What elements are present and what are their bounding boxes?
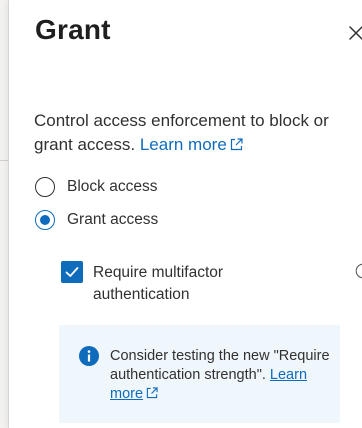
panel-title: Grant (35, 14, 111, 45)
notice-text: Consider testing the new "Require authen… (110, 348, 330, 402)
external-link-icon (146, 387, 158, 399)
grant-access-radio[interactable] (35, 210, 55, 230)
info-icon[interactable] (355, 263, 362, 279)
close-button[interactable] (347, 22, 362, 42)
background-divider (0, 160, 8, 161)
background-page-edge (0, 0, 9, 428)
require-mfa-row: Require multifactor authentication (61, 261, 362, 309)
require-mfa-label: Require multifactor authentication (93, 264, 224, 303)
require-mfa-checkbox[interactable] (61, 261, 83, 283)
grant-access-option[interactable]: Grant access (35, 207, 158, 233)
panel-description: Control access enforcement to block or g… (34, 109, 354, 157)
radio-selected-dot (40, 215, 50, 225)
learn-more-link[interactable]: Learn more (140, 135, 243, 154)
close-icon (349, 26, 362, 40)
grant-access-label: Grant access (67, 211, 159, 228)
info-filled-icon (79, 346, 99, 366)
block-access-radio[interactable] (35, 177, 55, 197)
checkmark-icon (65, 267, 79, 277)
block-access-label: Block access (67, 178, 158, 195)
block-access-option[interactable]: Block access (35, 174, 157, 200)
grant-panel: Grant Control access enforcement to bloc… (9, 0, 362, 428)
notice-box: Consider testing the new "Require authen… (59, 325, 340, 423)
external-link-icon (230, 138, 243, 151)
